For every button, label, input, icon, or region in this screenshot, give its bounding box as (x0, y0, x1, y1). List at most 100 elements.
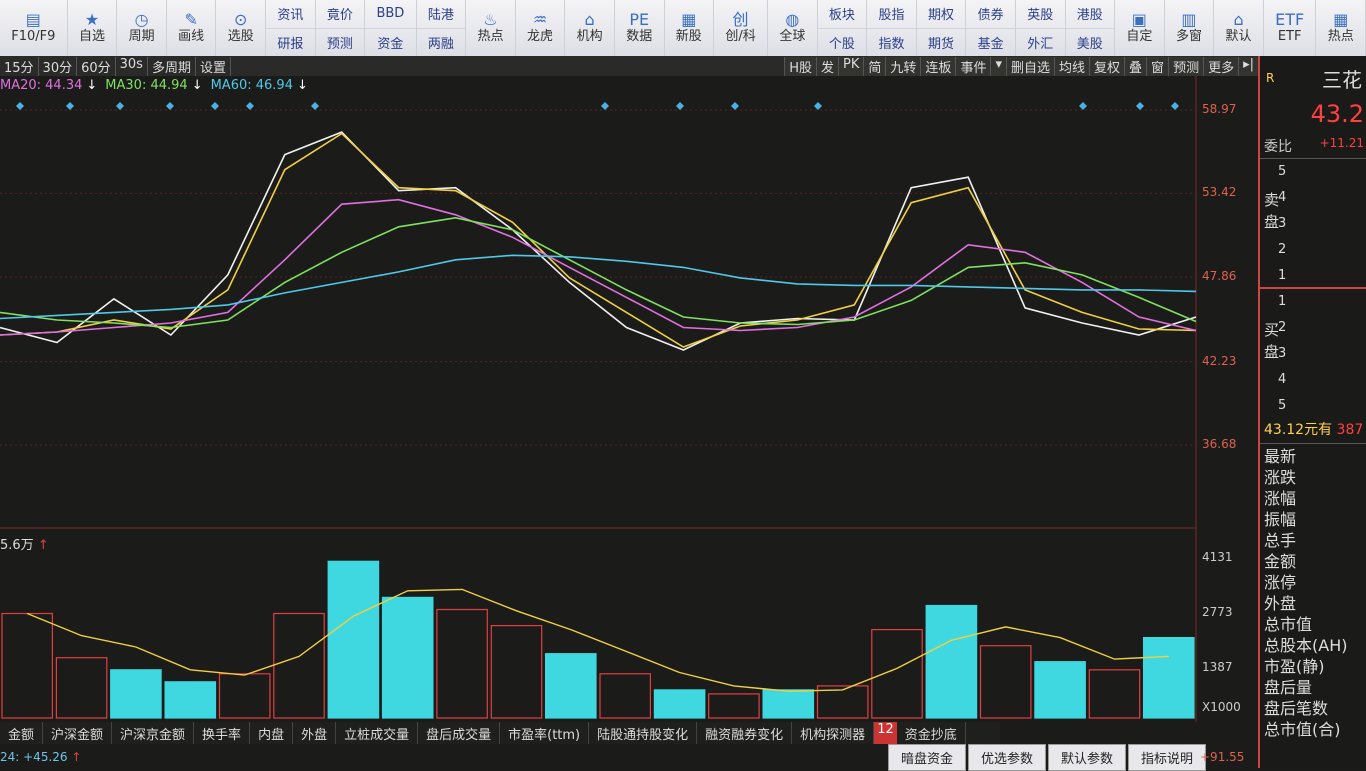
chart-tool-13[interactable]: 预测 (1168, 56, 1204, 76)
event-marker-3[interactable] (166, 102, 174, 110)
event-marker-11[interactable] (1079, 102, 1087, 110)
toolbar-pair-6-top[interactable]: 竟价 (315, 0, 365, 29)
toolbar-pair-8-bottom[interactable]: 两融 (417, 29, 466, 57)
period-2[interactable]: 60分 (77, 56, 116, 76)
indicator-tab-10[interactable]: 融资融券变化 (697, 722, 793, 744)
event-marker-1[interactable] (66, 102, 74, 110)
toolbar-pair-6-bottom[interactable]: 预测 (316, 29, 365, 57)
toolbar-item-0[interactable]: ▤ F10/F9 (0, 0, 68, 56)
indicator-tab-12[interactable]: 资金抄底 (897, 722, 966, 744)
indicator-tab-11[interactable]: 机构探测器 (792, 722, 875, 744)
toolbar-pair-5-bottom[interactable]: 研报 (266, 29, 315, 57)
toolbar-item-9[interactable]: ♨ 热点 (466, 0, 516, 56)
period-1[interactable]: 30分 (39, 56, 78, 76)
toolbar-item-22[interactable]: ▣ 自定 (1115, 0, 1165, 56)
toolbar-item-15[interactable]: ◍ 全球 (768, 0, 818, 56)
period-5[interactable]: 设置 (196, 56, 231, 76)
toolbar-item-25[interactable]: ETF ETF (1264, 0, 1317, 56)
event-marker-4[interactable] (211, 102, 219, 110)
indicator-button-3[interactable]: 指标说明 (1128, 744, 1207, 771)
period-4[interactable]: 多周期 (148, 56, 196, 76)
chart-tool-9[interactable]: 均线 (1054, 56, 1090, 76)
indicator-tab-9[interactable]: 陆股通持股变化 (589, 722, 698, 744)
toolbar-item-10[interactable]: ♒ 龙虎 (516, 0, 566, 56)
toolbar-pair-5-top[interactable]: 资讯 (266, 0, 315, 29)
toolbar-pair-7-top[interactable]: BBD (365, 0, 416, 29)
indicator-tab-6[interactable]: 立桩成交量 (336, 722, 419, 744)
indicator-tab-7[interactable]: 盘后成交量 (418, 722, 501, 744)
ask-level-3: 2 (1278, 242, 1287, 257)
quote-field-5: 金额 (1264, 552, 1297, 571)
toolbar-item-4[interactable]: ⊙ 选股 (216, 0, 267, 56)
toolbar-item-11[interactable]: ⌂ 机构 (565, 0, 615, 56)
chart-tool-8[interactable]: 删自选 (1005, 56, 1054, 76)
volume-ma-line (26, 588, 1169, 692)
indicator-tab-2[interactable]: 沪深京金额 (112, 722, 195, 744)
toolbar-item-13[interactable]: ▦ 新股 (665, 0, 715, 56)
period-0[interactable]: 15分 (0, 56, 39, 76)
toolbar-item-12[interactable]: PE 数据 (615, 0, 665, 56)
toolbar-item-26[interactable]: ▦ 热点 (1316, 0, 1366, 56)
chart-tool-7[interactable]: ▾ (990, 56, 1006, 76)
toolbar-item-23[interactable]: ▥ 多窗 (1165, 0, 1215, 56)
chart-tool-3[interactable]: 简 (863, 56, 886, 76)
toolbar-pair-7-bottom[interactable]: 资金 (365, 29, 415, 57)
indicator-button-1[interactable]: 优选参数 (968, 744, 1047, 771)
indicator-button-2[interactable]: 默认参数 (1048, 744, 1127, 771)
indicator-tab-8[interactable]: 市盈率(ttm) (500, 722, 590, 744)
event-marker-0[interactable] (16, 102, 24, 110)
event-marker-6[interactable] (311, 102, 319, 110)
chart-tool-11[interactable]: 叠 (1124, 56, 1147, 76)
toolbar-pair-18-bottom[interactable]: 期货 (917, 29, 966, 57)
sell-levels: 5 4 3 2 1 (1278, 159, 1286, 289)
volume-bar-18 (979, 645, 1032, 719)
toolbar-pair-21-top[interactable]: 港股 (1065, 0, 1115, 29)
toolbar-item-23-icon: ▥ (1181, 10, 1197, 29)
indicator-tab-3[interactable]: 换手率 (194, 722, 251, 744)
volume-bar-4 (218, 673, 271, 719)
chart-tool-15[interactable]: ▸| (1238, 56, 1258, 76)
chart-tool-0[interactable]: H股 (784, 56, 816, 76)
event-marker-10[interactable] (814, 102, 822, 110)
toolbar-pair-16-top[interactable]: 板块 (817, 0, 867, 29)
toolbar-item-14[interactable]: 创创/科 (714, 0, 769, 56)
event-marker-9[interactable] (731, 102, 739, 110)
toolbar-item-3[interactable]: ✎ 画线 (167, 0, 217, 56)
chart-tool-5[interactable]: 连板 (920, 56, 956, 76)
toolbar-pair-17-top[interactable]: 股指 (867, 0, 916, 29)
toolbar-item-0-label: F10/F9 (11, 29, 56, 44)
event-marker-5[interactable] (246, 102, 254, 110)
toolbar-pair-8-top[interactable]: 陆港 (416, 0, 466, 29)
toolbar-pair-19-top[interactable]: 债券 (966, 0, 1015, 29)
indicator-tab-5[interactable]: 外盘 (293, 722, 337, 744)
event-marker-13[interactable] (1171, 102, 1179, 110)
event-marker-2[interactable] (116, 102, 124, 110)
indicator-tab-0[interactable]: 金额 (0, 722, 44, 744)
indicator-tab-4[interactable]: 内盘 (250, 722, 294, 744)
toolbar-item-1[interactable]: ★ 自选 (68, 0, 118, 56)
indicator-button-0[interactable]: 暗盘资金 (888, 744, 967, 771)
toolbar-item-2[interactable]: ◷ 周期 (117, 0, 167, 56)
event-marker-12[interactable] (1136, 102, 1144, 110)
toolbar-item-25-icon: ETF (1275, 10, 1305, 29)
chart-tool-2[interactable]: PK (838, 56, 864, 76)
toolbar-pair-20-bottom[interactable]: 外汇 (1016, 29, 1065, 57)
chart-tool-4[interactable]: 九转 (885, 56, 921, 76)
toolbar-pair-16-bottom[interactable]: 个股 (818, 29, 867, 57)
chart-tool-1[interactable]: 发 (816, 56, 839, 76)
period-3[interactable]: 30s (116, 56, 148, 76)
toolbar-pair-21-bottom[interactable]: 美股 (1066, 29, 1115, 57)
chart-tool-6[interactable]: 事件 (955, 56, 991, 76)
chart-tool-10[interactable]: 复权 (1089, 56, 1125, 76)
chart-tool-14[interactable]: 更多 (1203, 56, 1239, 76)
indicator-tab-1[interactable]: 沪深金额 (43, 722, 113, 744)
toolbar-pair-17-bottom[interactable]: 指数 (867, 29, 916, 57)
toolbar-pair-20-top[interactable]: 英股 (1015, 0, 1065, 29)
toolbar-item-24[interactable]: ⌂ 默认 (1214, 0, 1264, 56)
chart-tool-12[interactable]: 窗 (1146, 56, 1169, 76)
toolbar-pair-19-bottom[interactable]: 基金 (966, 29, 1015, 57)
toolbar-pair-18-top[interactable]: 期权 (916, 0, 966, 29)
event-marker-7[interactable] (601, 102, 609, 110)
volume-bar-8 (436, 608, 488, 719)
event-marker-8[interactable] (676, 102, 684, 110)
